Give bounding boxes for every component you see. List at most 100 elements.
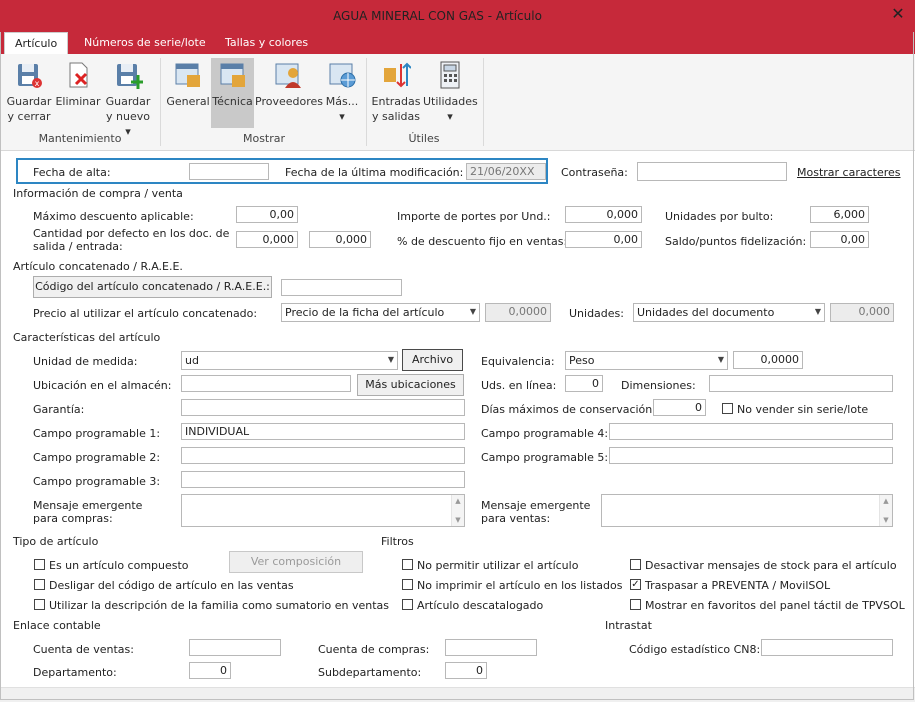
mensaje-ventas-label-2: para ventas: <box>481 512 551 525</box>
cuenta-ventas-label: Cuenta de ventas: <box>33 643 134 656</box>
entradas-salidas-button[interactable]: Entradas y salidas <box>370 58 422 128</box>
fecha-modificacion-field: 21/06/20XX <box>466 163 546 180</box>
campo-programable-4-label: Campo programable 4: <box>481 427 609 440</box>
calculator-icon <box>440 61 460 89</box>
chevron-down-icon: ▼ <box>469 307 476 316</box>
scrollbar[interactable]: ▲ ▼ <box>451 495 464 526</box>
close-icon[interactable]: ✕ <box>888 4 908 24</box>
max-descuento-field[interactable]: 0,00 <box>236 206 298 223</box>
descatalogado-label: Artículo descatalogado <box>417 599 544 612</box>
equivalencia-value[interactable]: 0,0000 <box>733 351 803 369</box>
utilidades-button[interactable]: Utilidades ▾ <box>423 58 478 128</box>
group-label-mantenimiento: Mantenimiento <box>38 132 122 145</box>
desactivar-stock-checkbox[interactable] <box>630 559 641 570</box>
no-imprimir-label: No imprimir el artículo en los listados <box>417 579 623 592</box>
fecha-alta-label: Fecha de alta: <box>33 166 111 179</box>
more-views-icon <box>329 63 356 88</box>
traspasar-label: Traspasar a PREVENTA / MovilSOL <box>645 579 831 592</box>
desactivar-stock-label: Desactivar mensajes de stock para el art… <box>645 559 897 572</box>
unidades-bulto-field[interactable]: 6,000 <box>810 206 869 223</box>
guardar-nuevo-button[interactable]: Guardar y nuevo ▾ <box>102 58 154 138</box>
technical-view-icon <box>220 63 245 87</box>
fecha-alta-field[interactable] <box>189 163 269 180</box>
mostrar-favoritos-checkbox[interactable] <box>630 599 641 610</box>
general-button[interactable]: General <box>166 58 210 128</box>
mensaje-ventas-textarea[interactable]: ▲ ▼ <box>601 494 893 527</box>
codigo-concatenado-field[interactable] <box>281 279 402 296</box>
archivo-button[interactable]: Archivo <box>402 349 463 371</box>
garantia-field[interactable] <box>181 399 465 416</box>
uds-linea-field[interactable]: 0 <box>565 375 603 392</box>
eliminar-button[interactable]: Eliminar <box>55 58 101 128</box>
departamento-field[interactable]: 0 <box>189 662 231 679</box>
mas-ubicaciones-button[interactable]: Más ubicaciones <box>357 374 464 396</box>
subdepartamento-field[interactable]: 0 <box>445 662 487 679</box>
scroll-up-icon[interactable]: ▲ <box>880 497 892 505</box>
campo-programable-2-label: Campo programable 2: <box>33 451 161 464</box>
group-label-mostrar: Mostrar <box>242 132 286 145</box>
mensaje-compras-textarea[interactable]: ▲ ▼ <box>181 494 465 527</box>
campo-programable-3-field[interactable] <box>181 471 465 488</box>
cn8-field[interactable] <box>761 639 893 656</box>
no-vender-checkbox[interactable] <box>722 403 733 414</box>
suppliers-icon <box>275 63 301 88</box>
desligar-checkbox[interactable] <box>34 579 45 590</box>
mostrar-caracteres-link[interactable]: Mostrar caracteres <box>797 166 901 179</box>
precio-concatenado-label: Precio al utilizar el artículo concatena… <box>33 307 258 320</box>
compuesto-checkbox[interactable] <box>34 559 45 570</box>
unidad-medida-select[interactable]: ud ▼ <box>181 351 398 370</box>
cuenta-compras-field[interactable] <box>445 639 537 656</box>
contrasena-field[interactable] <box>637 162 787 181</box>
campo-programable-2-field[interactable] <box>181 447 465 464</box>
cuenta-compras-label: Cuenta de compras: <box>318 643 430 656</box>
tab-tallas-colores[interactable]: Tallas y colores <box>215 32 318 54</box>
in-out-icon <box>384 62 412 88</box>
precio-concatenado-select[interactable]: Precio de la ficha del artículo ▼ <box>281 303 480 322</box>
dimensiones-field[interactable] <box>709 375 893 392</box>
unidades-concatenado-select[interactable]: Unidades del documento ▼ <box>633 303 825 322</box>
descuento-fijo-field[interactable]: 0,00 <box>565 231 642 248</box>
tab-numeros-serie[interactable]: Números de serie/lote <box>74 32 216 54</box>
cantidad-entrada-field[interactable]: 0,000 <box>309 231 371 248</box>
proveedores-button[interactable]: Proveedores <box>255 58 323 128</box>
tecnica-button[interactable]: Técnica <box>211 58 254 128</box>
scrollbar[interactable]: ▲ ▼ <box>879 495 892 526</box>
guardar-cerrar-button[interactable]: x Guardar y cerrar <box>4 58 54 128</box>
section-concatenado: Artículo concatenado / R.A.E.E. <box>13 260 183 273</box>
equivalencia-select[interactable]: Peso ▼ <box>565 351 728 370</box>
campo-programable-4-field[interactable] <box>609 423 893 440</box>
ribbon-separator <box>366 58 367 146</box>
campo-programable-1-label: Campo programable 1: <box>33 427 161 440</box>
scroll-up-icon[interactable]: ▲ <box>452 497 464 505</box>
campo-programable-1-field[interactable]: INDIVIDUAL <box>181 423 465 440</box>
scroll-down-icon[interactable]: ▼ <box>880 516 892 524</box>
status-bar <box>0 687 915 702</box>
portes-field[interactable]: 0,000 <box>565 206 642 223</box>
chevron-down-icon: ▼ <box>387 355 394 364</box>
tab-articulo[interactable]: Artículo <box>4 32 69 55</box>
cuenta-ventas-field[interactable] <box>189 639 281 656</box>
saldo-puntos-field[interactable]: 0,00 <box>810 231 869 248</box>
no-permitir-label: No permitir utilizar el artículo <box>417 559 579 572</box>
precio-concatenado-value: 0,0000 <box>485 303 551 322</box>
save-new-icon <box>117 64 143 89</box>
codigo-concatenado-button[interactable]: Código del artículo concatenado / R.A.E.… <box>33 276 272 298</box>
portes-label: Importe de portes por Und.: <box>397 210 551 223</box>
ubicacion-field[interactable] <box>181 375 351 392</box>
traspasar-checkbox[interactable]: ✓ <box>630 579 641 590</box>
no-imprimir-checkbox[interactable] <box>402 579 413 590</box>
campo-programable-5-field[interactable] <box>609 447 893 464</box>
no-permitir-checkbox[interactable] <box>402 559 413 570</box>
cantidad-salida-field[interactable]: 0,000 <box>236 231 298 248</box>
utilizar-descripcion-checkbox[interactable] <box>34 599 45 610</box>
window-title: AGUA MINERAL CON GAS - Artículo <box>333 9 542 23</box>
saldo-puntos-label: Saldo/puntos fidelización: <box>665 235 807 248</box>
save-close-icon: x <box>18 64 42 88</box>
descatalogado-checkbox[interactable] <box>402 599 413 610</box>
section-enlace-contable: Enlace contable <box>13 619 101 632</box>
scroll-down-icon[interactable]: ▼ <box>452 516 464 524</box>
ver-composicion-button: Ver composición <box>229 551 363 573</box>
campo-programable-5-label: Campo programable 5: <box>481 451 609 464</box>
dias-conservacion-field[interactable]: 0 <box>653 399 706 416</box>
mas-button[interactable]: Más... ▾ <box>323 58 361 128</box>
